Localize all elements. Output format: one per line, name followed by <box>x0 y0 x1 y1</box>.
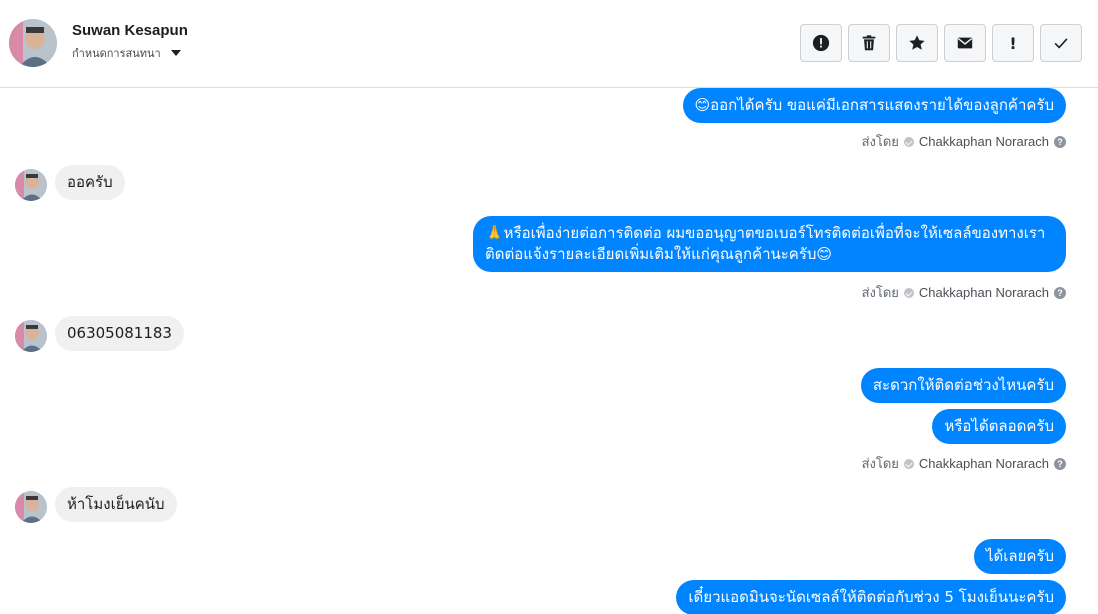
message-text: หรือได้ตลอดครับ <box>944 417 1054 435</box>
contact-avatar[interactable] <box>9 19 57 67</box>
check-circle-icon <box>903 287 914 298</box>
mark-unread-button[interactable] <box>944 24 986 62</box>
alert-circle-icon <box>812 34 830 52</box>
sent-by-info: ส่งโดย Chakkaphan Norarach ? <box>862 453 1066 474</box>
help-icon[interactable]: ? <box>1054 286 1066 299</box>
conversation-header: Suwan Kesapun กำหนดการสนทนา ! <box>0 0 1098 88</box>
sent-by-label: ส่งโดย <box>861 285 899 300</box>
contact-avatar-small[interactable] <box>15 169 47 201</box>
envelope-icon <box>957 37 973 49</box>
message-text: 06305081183 <box>67 324 172 342</box>
agent-name[interactable]: Chakkaphan Norarach <box>919 285 1049 300</box>
contact-avatar-small[interactable] <box>15 491 47 523</box>
incoming-message[interactable]: ห้าโมงเย็นคนับ <box>55 487 177 522</box>
star-button[interactable] <box>896 24 938 62</box>
outgoing-message[interactable]: สะดวกให้ติดต่อช่วงไหนครับ <box>860 368 1066 403</box>
check-circle-icon <box>903 458 914 469</box>
incoming-message[interactable]: 06305081183 <box>55 316 184 351</box>
trash-icon <box>862 35 876 51</box>
star-icon <box>909 35 925 50</box>
outgoing-message[interactable]: ได้เลยครับ <box>973 539 1066 574</box>
outgoing-message[interactable]: เดี๋ยวแอดมินจะนัดเซลล์ให้ติดต่อกับช่วง 5… <box>676 580 1066 614</box>
outgoing-message[interactable]: 🙏หรือเพื่อง่ายต่อการติดต่อ ผมขออนุญาตขอเ… <box>473 216 1066 272</box>
chevron-down-icon <box>170 50 181 56</box>
delete-button[interactable] <box>848 24 890 62</box>
report-spam-button[interactable] <box>800 24 842 62</box>
agent-name[interactable]: Chakkaphan Norarach <box>919 134 1049 149</box>
outgoing-message[interactable]: หรือได้ตลอดครับ <box>932 409 1066 444</box>
incoming-message[interactable]: ออครับ <box>55 165 125 200</box>
message-thread[interactable]: 😊ออกได้ครับ ขอแค่มีเอกสารแสดงรายได้ของลู… <box>0 88 1098 614</box>
sent-by-label: ส่งโดย <box>861 134 899 149</box>
message-text: ได้เลยครับ <box>985 547 1054 565</box>
message-text: ห้าโมงเย็นคนับ <box>67 495 165 513</box>
contact-avatar-small[interactable] <box>15 320 47 352</box>
checkmark-icon <box>1054 38 1068 49</box>
message-text: 🙏หรือเพื่อง่ายต่อการติดต่อ ผมขออนุญาตขอเ… <box>485 224 1046 263</box>
sent-by-info: ส่งโดย Chakkaphan Norarach ? <box>862 282 1066 303</box>
message-text: เดี๋ยวแอดมินจะนัดเซลล์ให้ติดต่อกับช่วง 5… <box>688 588 1054 606</box>
assign-conversation-dropdown[interactable]: กำหนดการสนทนา <box>72 44 181 62</box>
assign-label: กำหนดการสนทนา <box>72 48 161 60</box>
message-text: สะดวกให้ติดต่อช่วงไหนครับ <box>872 376 1054 394</box>
check-circle-icon <box>903 136 914 147</box>
contact-name[interactable]: Suwan Kesapun <box>72 22 188 39</box>
mark-done-button[interactable] <box>1040 24 1082 62</box>
message-text: ออครับ <box>67 173 113 191</box>
help-icon[interactable]: ? <box>1054 135 1066 148</box>
outgoing-message[interactable]: 😊ออกได้ครับ ขอแค่มีเอกสารแสดงรายได้ของลู… <box>682 88 1066 123</box>
help-icon[interactable]: ? <box>1054 457 1066 470</box>
message-text: 😊ออกได้ครับ ขอแค่มีเอกสารแสดงรายได้ของลู… <box>694 96 1054 114</box>
agent-name[interactable]: Chakkaphan Norarach <box>919 456 1049 471</box>
sent-by-label: ส่งโดย <box>861 456 899 471</box>
exclamation-icon: ! <box>1009 33 1017 53</box>
conversation-toolbar: ! <box>800 24 1082 62</box>
sent-by-info: ส่งโดย Chakkaphan Norarach ? <box>862 131 1066 152</box>
follow-up-button[interactable]: ! <box>992 24 1034 62</box>
